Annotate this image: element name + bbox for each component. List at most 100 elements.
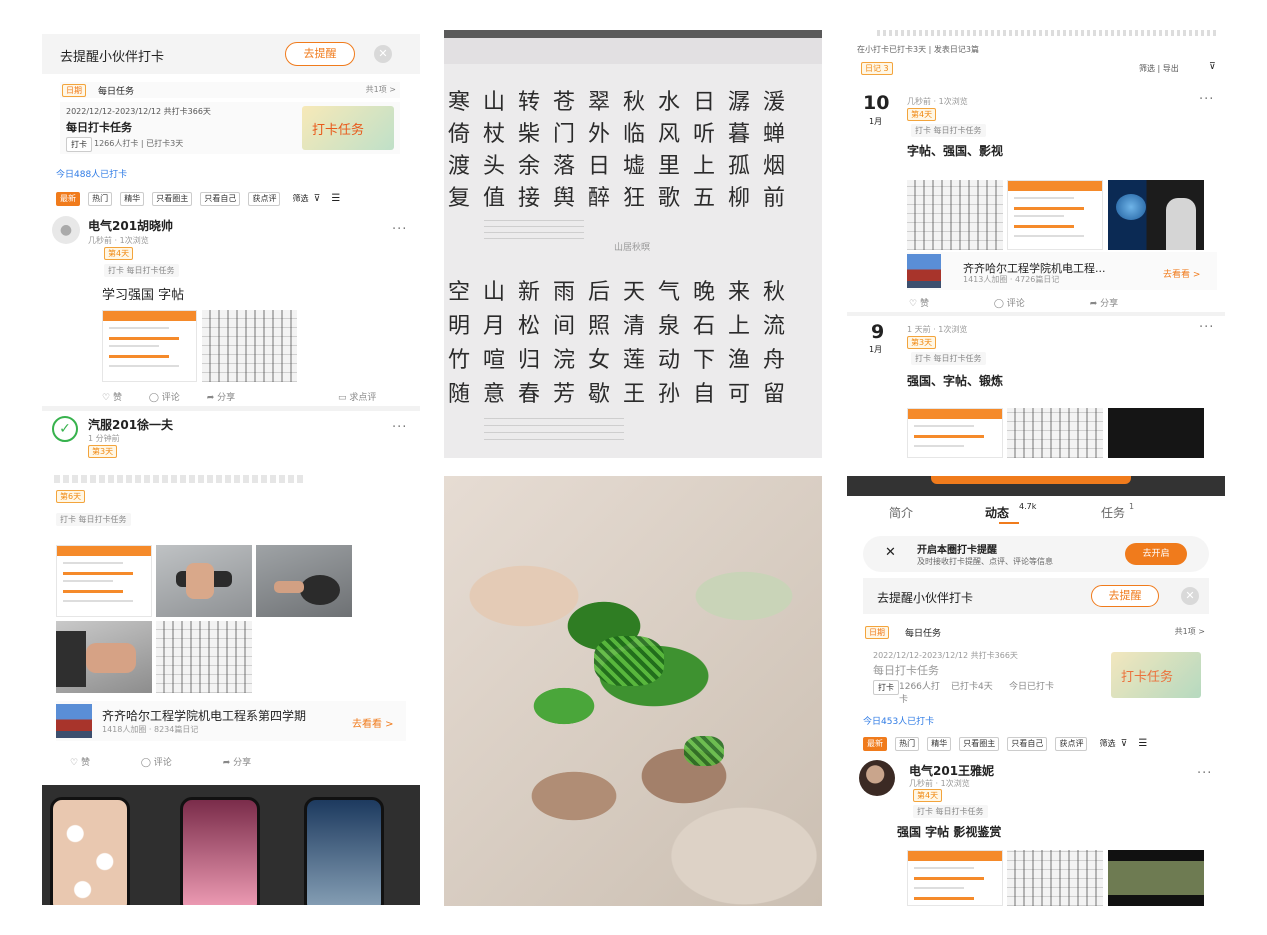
close-icon[interactable]: ✕ (1181, 587, 1199, 605)
calligraphy-row: 明月松间照清泉石上流 (448, 314, 799, 339)
task-label[interactable]: 打卡 每日打卡任务 (911, 124, 986, 137)
filter-latest[interactable]: 最新 (863, 737, 887, 751)
divider (42, 406, 420, 411)
filter-owner[interactable]: 只看圈主 (152, 192, 193, 206)
comment-icon[interactable]: ◯ (141, 758, 151, 768)
filter-icon[interactable]: ⊽ (1209, 62, 1216, 72)
task-card[interactable]: 2022/12/12-2023/12/12 共打卡366天 每日打卡任务 打卡 … (863, 648, 1209, 708)
filter-icon[interactable]: ⊽ (314, 194, 321, 204)
dumbbell-photo[interactable] (56, 621, 152, 693)
share-icon[interactable]: ➦ (207, 393, 215, 403)
share-icon[interactable]: ➦ (1090, 299, 1098, 309)
filter-label[interactable]: 筛选 (293, 194, 309, 203)
comment-icon[interactable]: ◯ (994, 299, 1004, 309)
filter-reviewed[interactable]: 获点评 (1055, 737, 1088, 751)
more-icon[interactable]: ··· (1197, 766, 1212, 781)
enable-button[interactable]: 去开启 (1125, 543, 1187, 565)
dumbbell-photo[interactable] (256, 545, 352, 617)
go-see-link[interactable]: 去看看 > (352, 715, 394, 730)
handwriting-thumb[interactable] (1007, 408, 1103, 458)
tab-intro[interactable]: 简介 (889, 504, 913, 521)
filter-latest[interactable]: 最新 (56, 192, 80, 206)
handwriting-thumb[interactable] (156, 621, 252, 693)
comment-label[interactable]: 评论 (154, 758, 172, 768)
filter-self[interactable]: 只看自己 (200, 192, 241, 206)
daily-task-row[interactable]: 日期 每日任务 共1项 > (60, 82, 400, 98)
task-label[interactable]: 打卡 每日打卡任务 (913, 805, 988, 818)
like-icon[interactable]: ♡ (70, 758, 78, 768)
more-icon[interactable]: ··· (392, 222, 407, 237)
date-range: 2022/12/12-2023/12/12 共打卡366天 (873, 651, 1018, 660)
share-label[interactable]: 分享 (217, 393, 235, 403)
filter-export[interactable]: 筛选 | 导出 (1139, 63, 1179, 74)
share-label[interactable]: 分享 (1100, 299, 1118, 309)
video-thumb[interactable] (1108, 850, 1204, 906)
layout-icon[interactable]: ☰ (331, 193, 340, 204)
post-author[interactable]: 电气201王雅妮 (909, 762, 994, 779)
daily-task-row[interactable]: 日期 每日任务 共1项 > (863, 624, 1209, 640)
task-label[interactable]: 打卡 每日打卡任务 (56, 513, 131, 526)
group-stats: 1413人加圈 · 4726篇日记 (963, 275, 1060, 284)
more-icon[interactable]: ··· (1199, 320, 1214, 335)
filter-featured[interactable]: 精华 (927, 737, 952, 751)
filter-self[interactable]: 只看自己 (1007, 737, 1048, 751)
avatar[interactable] (859, 760, 895, 796)
group-card[interactable]: 齐齐哈尔工程学院机电工程系第四学期 1418人加圈 · 8234篇日记 去看看 … (56, 701, 406, 741)
filter-owner[interactable]: 只看圈主 (959, 737, 1000, 751)
like-label[interactable]: 赞 (920, 299, 929, 309)
close-icon[interactable]: ✕ (374, 45, 392, 63)
post-author[interactable]: 电气201胡晓帅 (88, 217, 173, 234)
diary-tag[interactable]: 日记 3 (861, 62, 893, 75)
banner-text: 打卡任务 (312, 123, 365, 138)
screenshot-thumb[interactable] (102, 310, 197, 382)
avatar[interactable]: ● (52, 216, 80, 244)
remind-button[interactable]: 去提醒 (1091, 585, 1159, 607)
go-see-link[interactable]: 去看看 > (1163, 267, 1200, 280)
filter-icon[interactable]: ⊽ (1121, 739, 1128, 749)
filter-label[interactable]: 筛选 (1100, 739, 1116, 748)
phone-mockup (50, 797, 130, 905)
close-icon[interactable]: ✕ (885, 545, 896, 560)
tab-tasks[interactable]: 任务 (1101, 504, 1125, 521)
task-label[interactable]: 打卡 每日打卡任务 (911, 352, 986, 365)
layout-icon[interactable]: ☰ (1138, 738, 1147, 749)
share-icon[interactable]: ➦ (223, 758, 231, 768)
comment-label[interactable]: 评论 (162, 393, 180, 403)
day-tag: 第6天 (56, 490, 86, 503)
like-label[interactable]: 赞 (113, 393, 122, 403)
screenshot-thumb[interactable] (907, 850, 1003, 906)
check-icon: ✓ (52, 416, 78, 442)
screenshot-thumb[interactable] (907, 408, 1003, 458)
comment-label[interactable]: 评论 (1007, 299, 1025, 309)
like-icon[interactable]: ♡ (102, 393, 110, 403)
screenshot-thumb[interactable] (1007, 180, 1103, 250)
handwriting-thumb[interactable] (202, 310, 297, 382)
comment-icon[interactable]: ◯ (149, 393, 159, 403)
video-thumb[interactable] (1108, 408, 1204, 458)
more-icon[interactable]: ··· (392, 420, 407, 435)
like-icon[interactable]: ♡ (909, 299, 917, 309)
video-thumb[interactable] (1108, 180, 1204, 250)
filter-featured[interactable]: 精华 (120, 192, 145, 206)
post-author[interactable]: 汽服201徐一夫 (88, 416, 173, 433)
share-label[interactable]: 分享 (233, 758, 251, 768)
group-card[interactable]: 齐齐哈尔工程学院机电工程... 1413人加圈 · 4726篇日记 去看看 > (907, 252, 1217, 290)
review-icon[interactable]: ▭ (338, 393, 347, 403)
review-label[interactable]: 求点评 (349, 393, 376, 403)
remind-button[interactable]: 去提醒 (285, 42, 355, 66)
calligraphy-row: 复值接舆醉狂歌五柳前 (448, 186, 799, 211)
handwriting-thumb[interactable] (1007, 850, 1103, 906)
task-card[interactable]: 2022/12/12-2023/12/12 共打卡366天 每日打卡任务 打卡 … (60, 102, 400, 154)
group-stats: 1418人加圈 · 8234篇日记 (102, 725, 199, 734)
filter-hot[interactable]: 热门 (88, 192, 113, 206)
filter-reviewed[interactable]: 获点评 (248, 192, 281, 206)
post-meta: 1 分钟前 (88, 434, 120, 443)
more-icon[interactable]: ··· (1199, 92, 1214, 107)
like-label[interactable]: 赞 (81, 758, 90, 768)
screenshot-thumb[interactable] (56, 545, 152, 617)
task-label[interactable]: 打卡 每日打卡任务 (104, 264, 179, 277)
handwriting-thumb[interactable] (907, 180, 1003, 250)
filter-hot[interactable]: 热门 (895, 737, 920, 751)
dumbbell-photo[interactable] (156, 545, 252, 617)
tab-feed[interactable]: 动态 (985, 504, 1009, 521)
